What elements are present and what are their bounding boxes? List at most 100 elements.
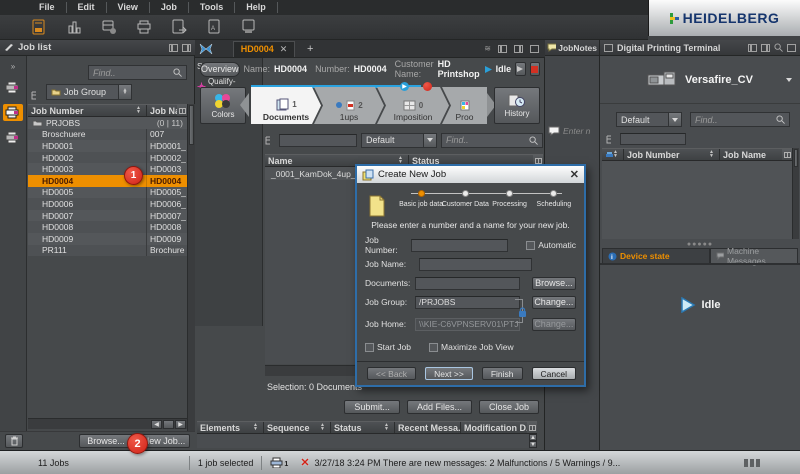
finish-button[interactable]: Finish xyxy=(482,367,523,380)
close-tab-icon[interactable]: ✕ xyxy=(280,44,288,55)
job-row[interactable]: Broschuere007 xyxy=(28,129,187,141)
sort-icon[interactable]: ▲▼ xyxy=(136,107,143,114)
scroll-up-icon[interactable]: ▲ xyxy=(529,434,537,441)
job-row[interactable]: HD0006HD0006_ xyxy=(28,198,187,210)
chevron-down-icon[interactable]: ≋ xyxy=(484,44,491,53)
next-button[interactable]: Next >> xyxy=(425,367,473,380)
device-dropdown-icon[interactable] xyxy=(786,78,792,82)
error-x-icon[interactable]: ✕ xyxy=(300,456,309,469)
job-row[interactable]: HD0005HD0005_ xyxy=(28,187,187,199)
job-row[interactable]: HD0003HD0003 xyxy=(28,163,187,175)
chart-icon[interactable] xyxy=(65,19,83,35)
col-sequence[interactable]: Sequence▲▼ xyxy=(264,422,331,433)
colors-step-button[interactable]: Colors xyxy=(200,87,246,124)
cancel-button[interactable]: Cancel xyxy=(532,367,576,380)
job-row-selected[interactable]: HD0004HD0004 xyxy=(28,175,187,187)
tab-machine-messages[interactable]: Machine Messages xyxy=(710,248,798,263)
detach-panel-icon[interactable] xyxy=(182,44,191,52)
col-device-icon[interactable]: ▲▼ xyxy=(602,149,624,160)
job-row[interactable]: HD0001HD0001_ xyxy=(28,140,187,152)
job-row[interactable]: HD0002HD0002_ xyxy=(28,152,187,164)
tree-expand-icon[interactable] xyxy=(31,87,41,105)
printer-queue-indicator[interactable]: 1 xyxy=(270,457,288,468)
documents-input[interactable] xyxy=(415,277,520,290)
tab-hd0004[interactable]: HD0004 ✕ xyxy=(233,41,295,57)
column-config-icon[interactable] xyxy=(527,422,537,433)
maximize-job-view-checkbox[interactable]: Maximize Job View xyxy=(429,342,514,352)
scroll-right-icon[interactable]: ▶ xyxy=(175,420,186,429)
job-group-selector[interactable]: Job Group ▲▼ xyxy=(46,84,132,100)
browse-documents-button[interactable]: Browse... xyxy=(532,277,576,290)
step-imposition[interactable]: 0 Imposition xyxy=(377,87,449,124)
dpt-search-input[interactable]: Find.. xyxy=(690,112,790,127)
zoom-panel-icon[interactable] xyxy=(774,43,783,52)
history-button[interactable]: History xyxy=(494,87,540,124)
submit-button[interactable]: Submit... xyxy=(344,400,400,414)
menu-file[interactable]: File xyxy=(28,2,67,13)
col-elements[interactable]: Elements▲▼ xyxy=(197,422,264,433)
trash-icon[interactable] xyxy=(5,434,23,448)
col-job-number[interactable]: Job Number ▲▼ xyxy=(28,105,147,116)
col-el-status[interactable]: Status▲▼ xyxy=(331,422,395,433)
col-modification-date[interactable]: Modification D...▲▼ xyxy=(461,422,527,433)
resize-grip[interactable] xyxy=(744,459,760,467)
back-button[interactable]: << Back xyxy=(367,367,416,380)
split-panel-icon[interactable] xyxy=(761,44,770,52)
doc-print-icon[interactable] xyxy=(240,19,258,35)
column-config-icon[interactable] xyxy=(782,149,792,160)
job-row[interactable]: HD0009HD0009 xyxy=(28,233,187,245)
job-list-search-input[interactable]: Find.. xyxy=(88,65,187,80)
printer-filter-1-icon[interactable] xyxy=(3,79,23,96)
detach-panel-icon[interactable] xyxy=(530,45,539,53)
menu-edit[interactable]: Edit xyxy=(67,2,107,13)
dpt-view-preset-selector[interactable]: Default xyxy=(616,112,682,127)
scroll-down-icon[interactable]: ▼ xyxy=(529,441,537,448)
tree-expand-icon[interactable] xyxy=(265,136,275,145)
split-panel-icon[interactable] xyxy=(514,45,523,53)
view-preset-selector[interactable]: Default xyxy=(361,133,437,148)
col-job-number[interactable]: Job Number▲▼ xyxy=(624,149,720,160)
job-row[interactable]: HD0008HD0008 xyxy=(28,221,187,233)
automatic-checkbox[interactable]: Automatic xyxy=(526,240,576,250)
change-job-group-button[interactable]: Change... xyxy=(532,296,576,309)
job-group-row[interactable]: PRJOBS (0 | 11) xyxy=(28,117,187,129)
pdf-doc-icon[interactable]: A xyxy=(205,19,223,35)
add-files-button[interactable]: Add Files... xyxy=(407,400,472,414)
close-job-button[interactable]: Close Job xyxy=(479,400,539,414)
job-number-input[interactable] xyxy=(411,239,508,252)
scroll-thumb[interactable] xyxy=(163,420,174,429)
job-notes-body[interactable]: Enter n xyxy=(545,56,599,136)
job-group-input[interactable]: /PRJOBS xyxy=(415,296,520,309)
start-job-checkbox[interactable]: Start Job xyxy=(365,342,411,352)
new-tab-icon[interactable]: + xyxy=(307,43,313,55)
menu-view[interactable]: View xyxy=(107,2,150,13)
doc-import-icon[interactable] xyxy=(170,19,188,35)
overview-button[interactable]: Overview xyxy=(200,62,240,77)
job-list-hscrollbar[interactable]: ◀ ▶ xyxy=(28,418,187,429)
job-row[interactable]: PR111Brochure xyxy=(28,245,187,257)
filter-input[interactable] xyxy=(279,134,357,147)
pin-panel-icon[interactable] xyxy=(498,45,507,53)
job-row[interactable]: HD0007HD0007_ xyxy=(28,210,187,222)
dpt-vscrollbar[interactable] xyxy=(792,148,799,239)
col-job-name[interactable]: Job Name xyxy=(720,149,782,160)
stop-processing-button[interactable] xyxy=(530,62,540,76)
dialog-title-bar[interactable]: Create New Job ✕ xyxy=(357,166,584,183)
scroll-left-icon[interactable]: ◀ xyxy=(151,420,162,429)
job-name-input[interactable] xyxy=(419,258,532,271)
menu-tools[interactable]: Tools xyxy=(189,2,235,13)
printer-filter-2-icon[interactable] xyxy=(3,104,23,121)
dpt-filter-input[interactable] xyxy=(620,133,686,145)
server-settings-icon[interactable] xyxy=(100,19,118,35)
printer-filter-3-icon[interactable] xyxy=(3,129,23,146)
col-recent-message[interactable]: Recent Messa...▲▼ xyxy=(395,422,461,433)
device-selector-row[interactable]: Versafire_CV xyxy=(600,56,800,104)
close-dialog-icon[interactable]: ✕ xyxy=(570,168,579,181)
step-1ups[interactable]: 2 1ups xyxy=(314,87,384,124)
start-processing-button[interactable] xyxy=(515,62,525,76)
pin-panel-icon[interactable] xyxy=(169,44,178,52)
printer-icon[interactable] xyxy=(135,19,153,35)
new-job-icon[interactable] xyxy=(30,19,48,35)
documents-search-input[interactable]: Find.. xyxy=(441,133,543,148)
column-config-icon[interactable] xyxy=(177,105,187,116)
